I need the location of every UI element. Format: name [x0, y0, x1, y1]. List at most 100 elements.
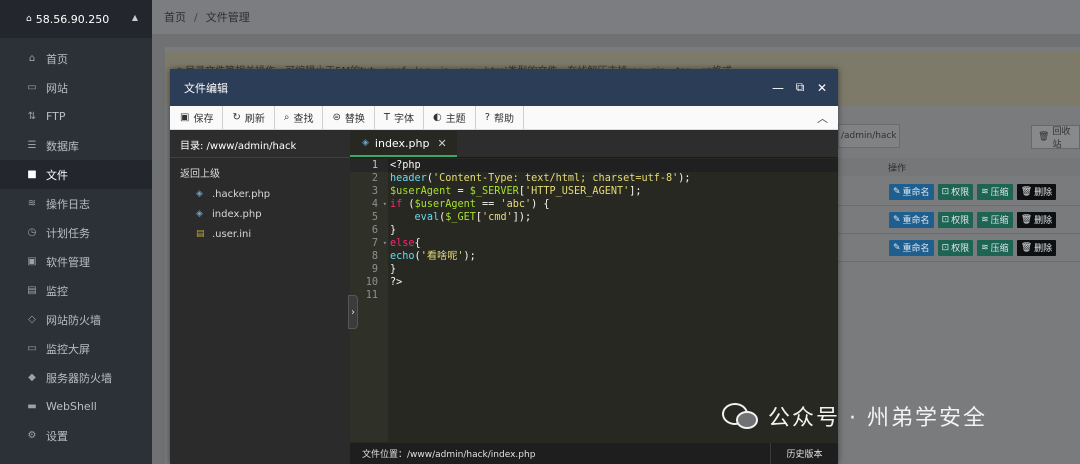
sidebar-item-cron[interactable]: ◷ 计划任务 [0, 218, 152, 247]
recycle-bin-button[interactable]: 🗑 回收站 [1031, 125, 1080, 150]
theme-button[interactable]: ◐ 主题 [424, 106, 476, 129]
line-number: 6 [371, 225, 378, 236]
database-icon: ☰ [27, 140, 37, 151]
sidebar-item-logs[interactable]: ≋ 操作日志 [0, 189, 152, 218]
rename-button[interactable]: ✎ 重命名 [889, 183, 934, 200]
rename-button[interactable]: ✎ 重命名 [889, 211, 934, 228]
minimize-icon[interactable]: — [772, 81, 784, 95]
find-label: 查找 [293, 114, 314, 125]
code-line: echo('看啥呢'); [390, 251, 476, 262]
terminal-icon: ▬ [27, 401, 37, 412]
tree-file-item[interactable]: ▤ .user.ini [170, 224, 350, 244]
sidebar-item-firewall[interactable]: ◆ 服务器防火墙 [0, 363, 152, 392]
sidebar-item-label: 网站防火墙 [46, 313, 101, 327]
permission-button[interactable]: ⊡ 权限 [937, 239, 974, 256]
close-tab-icon[interactable]: ✕ [437, 137, 446, 150]
sidebar-item-ftp[interactable]: ⇅ FTP [0, 102, 152, 131]
compress-label: 压缩 [990, 216, 1009, 226]
table-row: ✎ 重命名 ⊡ 权限 ≋ 压缩 🗑 删除 [838, 206, 1080, 234]
compress-label: 压缩 [990, 188, 1009, 198]
perm-label: 权限 [951, 188, 970, 198]
replace-label: 替换 [344, 114, 365, 125]
tree-file-item[interactable]: ◈ index.php [170, 204, 350, 224]
help-button[interactable]: ? 帮助 [476, 106, 524, 129]
sidebar-item-monitor[interactable]: ▤ 监控 [0, 276, 152, 305]
refresh-icon: ↻ [232, 112, 241, 123]
sidebar-item-home[interactable]: ⌂ 首页 [0, 44, 152, 73]
code-line: if ($userAgent == 'abc') { [390, 199, 550, 210]
table-row: ✎ 重命名 ⊡ 权限 ≋ 压缩 🗑 删除 [838, 234, 1080, 262]
replace-button[interactable]: ⊜ 替换 [323, 106, 375, 129]
compress-button[interactable]: ≋ 压缩 [977, 239, 1013, 256]
permission-button[interactable]: ⊡ 权限 [937, 183, 974, 200]
stack-icon: ≋ [981, 214, 989, 225]
sidebar-item-waf[interactable]: ◇ 网站防火墙 [0, 305, 152, 334]
save-icon: ▣ [180, 112, 190, 123]
trash-icon: 🗑 [1020, 186, 1033, 197]
chevron-up-icon[interactable]: ︿ [817, 110, 828, 126]
tree-back-button[interactable]: 返回上级 [170, 160, 350, 184]
sidebar-item-label: 操作日志 [46, 197, 90, 211]
delete-label: 删除 [1034, 216, 1053, 226]
fold-icon[interactable]: ▾ [383, 198, 387, 211]
delete-button[interactable]: 🗑 删除 [1016, 183, 1057, 200]
pencil-icon: ✎ [893, 242, 901, 253]
sidebar-item-bigscreen[interactable]: ▭ 监控大屏 [0, 334, 152, 363]
compress-button[interactable]: ≋ 压缩 [977, 183, 1013, 200]
editor-tab[interactable]: ◈ index.php ✕ [350, 131, 457, 157]
collapse-tree-toggle[interactable]: › [348, 295, 358, 329]
line-number: 1 [350, 159, 388, 172]
code-line: ?> [390, 277, 403, 288]
delete-label: 删除 [1034, 188, 1053, 198]
php-file-icon: ◈ [362, 138, 369, 148]
history-version-button[interactable]: 历史版本 [770, 443, 838, 464]
lock-icon: ⊡ [941, 186, 950, 197]
delete-button[interactable]: 🗑 删除 [1016, 239, 1057, 256]
sidebar-item-label: 设置 [46, 429, 68, 443]
sidebar-item-label: 监控大屏 [46, 342, 90, 356]
server-host[interactable]: ⌂ 58.56.90.250 ▲ [0, 0, 152, 38]
folder-icon: ■ [27, 169, 37, 180]
sidebar-item-software[interactable]: ▣ 软件管理 [0, 247, 152, 276]
permission-button[interactable]: ⊡ 权限 [937, 211, 974, 228]
sidebar-item-database[interactable]: ☰ 数据库 [0, 131, 152, 160]
path-input[interactable]: /admin/hack [838, 124, 900, 148]
find-button[interactable]: ⌕ 查找 [275, 106, 324, 129]
lock-icon: ⊡ [941, 214, 950, 225]
help-icon: ? [484, 112, 490, 123]
rename-button[interactable]: ✎ 重命名 [889, 239, 934, 256]
breadcrumb-home[interactable]: 首页 [164, 9, 186, 25]
font-button[interactable]: T 字体 [375, 106, 424, 129]
file-name: .user.ini [212, 228, 252, 240]
wechat-logo-icon [722, 401, 758, 431]
trash-icon: 🗑 [1020, 242, 1033, 253]
fold-icon[interactable]: ▾ [383, 237, 387, 250]
delete-button[interactable]: 🗑 删除 [1016, 211, 1057, 228]
tree-file-item[interactable]: ◈ .hacker.php [170, 184, 350, 204]
maximize-icon[interactable]: ⧉ [794, 80, 806, 95]
stack-icon: ≋ [981, 242, 989, 253]
compress-button[interactable]: ≋ 压缩 [977, 211, 1013, 228]
php-file-icon: ◈ [196, 209, 203, 219]
window-controls: — ⧉ ✕ [772, 69, 828, 106]
sidebar-item-webshell[interactable]: ▬ WebShell [0, 392, 152, 421]
theme-label: 主题 [445, 114, 466, 125]
rename-label: 重命名 [902, 216, 930, 226]
refresh-button[interactable]: ↻ 刷新 [223, 106, 275, 129]
line-number: 7 ▾ [371, 237, 387, 250]
chevron-right-icon: › [351, 306, 355, 318]
help-label: 帮助 [494, 114, 514, 125]
tab-label: index.php [374, 136, 430, 150]
sidebar-item-settings[interactable]: ⚙ 设置 [0, 421, 152, 450]
rename-label: 重命名 [902, 244, 930, 254]
sidebar: ⌂ 58.56.90.250 ▲ ⌂ 首页 ▭ 网站 ⇅ FTP ☰ 数据库 ■ 文件 ≋… [0, 0, 152, 464]
sidebar-item-label: 服务器防火墙 [46, 371, 112, 385]
sidebar-item-website[interactable]: ▭ 网站 [0, 73, 152, 102]
trash-icon: 🗑 [1038, 132, 1050, 142]
line-number: 4 ▾ [371, 198, 387, 211]
sidebar-item-files[interactable]: ■ 文件 [0, 160, 152, 189]
save-button[interactable]: ▣ 保存 [170, 106, 224, 129]
close-icon[interactable]: ✕ [816, 81, 828, 95]
stack-icon: ≋ [981, 186, 989, 197]
